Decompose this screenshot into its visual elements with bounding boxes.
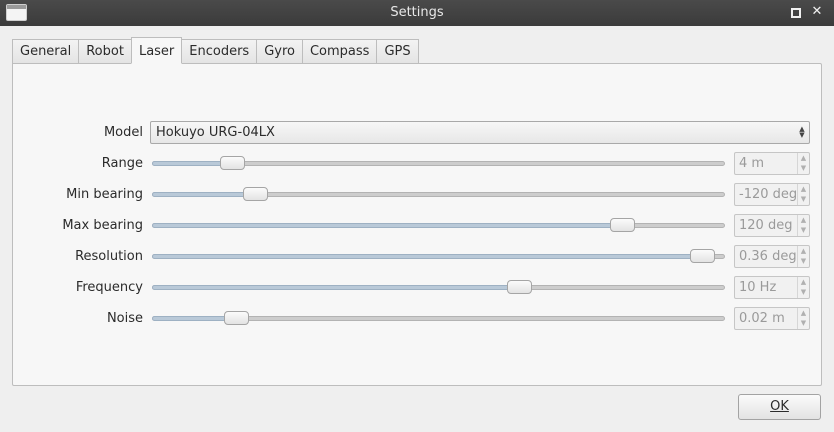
noise-label: Noise (106, 311, 143, 326)
frequency-spinbox[interactable]: 10 Hz ▲ ▼ (734, 276, 810, 299)
slider-fill (152, 223, 622, 228)
maximize-icon[interactable] (788, 5, 802, 19)
spin-buttons: ▲ ▼ (797, 215, 809, 236)
spin-down-icon[interactable]: ▼ (798, 256, 809, 266)
model-value: Hokuyo URG-04LX (156, 125, 275, 140)
noise-slider[interactable] (152, 309, 725, 327)
tab-compass[interactable]: Compass (301, 39, 377, 64)
noise-spinbox[interactable]: 0.02 m ▲ ▼ (734, 307, 810, 330)
resolution-label: Resolution (75, 249, 143, 264)
tab-encoders[interactable]: Encoders (182, 39, 257, 64)
title-bar: Settings ✕ (0, 0, 834, 26)
max-bearing-value: 120 deg (739, 218, 793, 233)
resolution-slider[interactable] (152, 247, 725, 265)
resolution-value: 0.36 deg (739, 249, 797, 264)
model-label: Model (103, 125, 143, 140)
spin-up-icon[interactable]: ▲ (798, 215, 809, 225)
tab-gyro[interactable]: Gyro (256, 39, 302, 64)
frequency-slider[interactable] (152, 278, 725, 296)
spin-buttons: ▲ ▼ (797, 153, 809, 174)
spin-up-icon[interactable]: ▲ (798, 184, 809, 194)
spin-buttons: ▲ ▼ (797, 277, 809, 298)
min-bearing-label: Min bearing (66, 187, 143, 202)
spin-buttons: ▲ ▼ (797, 184, 809, 205)
tab-gps[interactable]: GPS (376, 39, 419, 64)
spin-down-icon[interactable]: ▼ (798, 194, 809, 204)
spin-up-icon[interactable]: ▲ (798, 153, 809, 163)
updown-arrows-icon: ▲ ▼ (799, 125, 805, 139)
spin-up-icon[interactable]: ▲ (798, 277, 809, 287)
slider-fill (152, 285, 519, 290)
max-bearing-spinbox[interactable]: 120 deg ▲ ▼ (734, 214, 810, 237)
slider-handle[interactable] (220, 156, 246, 170)
close-icon[interactable]: ✕ (810, 5, 824, 19)
slider-handle[interactable] (609, 218, 635, 232)
spin-buttons: ▲ ▼ (797, 308, 809, 329)
max-bearing-label: Max bearing (62, 218, 143, 233)
range-label: Range (101, 156, 143, 171)
min-bearing-spinbox[interactable]: -120 deg ▲ ▼ (734, 183, 810, 206)
range-slider[interactable] (152, 154, 725, 172)
frequency-label: Frequency (75, 280, 143, 295)
tab-bar: General Robot Laser Encoders Gyro Compas… (12, 37, 419, 64)
spin-down-icon[interactable]: ▼ (798, 163, 809, 173)
spin-up-icon[interactable]: ▲ (798, 246, 809, 256)
window-title: Settings (390, 5, 444, 20)
spin-buttons: ▲ ▼ (797, 246, 809, 267)
range-value: 4 m (739, 156, 765, 171)
noise-value: 0.02 m (739, 311, 785, 326)
slider-handle[interactable] (243, 187, 269, 201)
ok-label: OK (770, 399, 789, 414)
slider-handle[interactable] (506, 280, 532, 294)
tab-general[interactable]: General (12, 39, 79, 64)
range-spinbox[interactable]: 4 m ▲ ▼ (734, 152, 810, 175)
tab-laser[interactable]: Laser (130, 37, 183, 64)
min-bearing-slider[interactable] (152, 185, 725, 203)
slider-fill (152, 192, 256, 197)
slider-fill (152, 254, 703, 259)
tab-robot[interactable]: Robot (78, 39, 131, 64)
max-bearing-slider[interactable] (152, 216, 725, 234)
spin-down-icon[interactable]: ▼ (798, 225, 809, 235)
slider-handle[interactable] (224, 311, 250, 325)
spin-down-icon[interactable]: ▼ (798, 287, 809, 297)
ok-button[interactable]: OK (738, 394, 821, 420)
resolution-spinbox[interactable]: 0.36 deg ▲ ▼ (734, 245, 810, 268)
frequency-value: 10 Hz (739, 280, 777, 295)
model-combobox[interactable]: Hokuyo URG-04LX ▲ ▼ (150, 121, 810, 144)
spin-up-icon[interactable]: ▲ (798, 308, 809, 318)
slider-handle[interactable] (690, 249, 716, 263)
min-bearing-value: -120 deg (739, 187, 798, 202)
spin-down-icon[interactable]: ▼ (798, 318, 809, 328)
